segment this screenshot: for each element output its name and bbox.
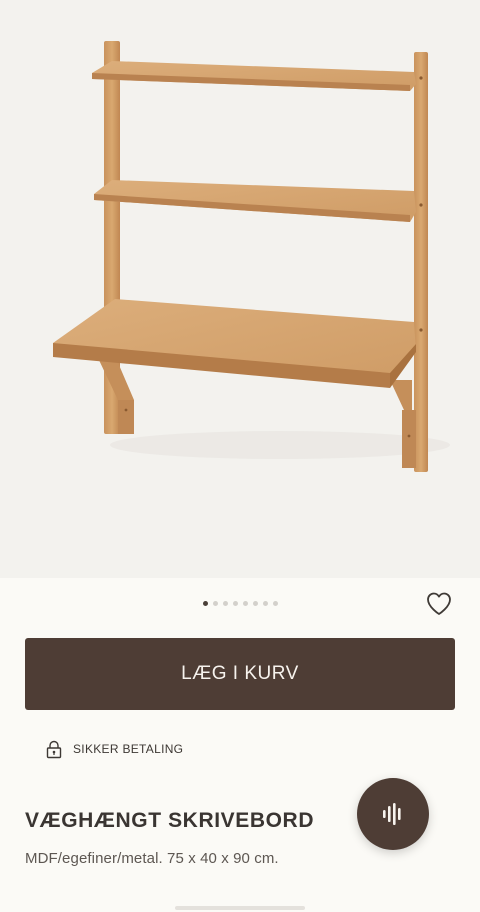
pager-dot[interactable] bbox=[262, 601, 268, 606]
pager-dot[interactable] bbox=[222, 601, 228, 606]
favorite-button[interactable] bbox=[423, 589, 455, 619]
image-pager[interactable] bbox=[0, 601, 480, 606]
lock-icon bbox=[46, 740, 62, 758]
heart-outline-icon bbox=[427, 592, 451, 615]
desk-illustration bbox=[53, 41, 450, 472]
pager-dot[interactable] bbox=[212, 601, 218, 606]
pager-dot[interactable] bbox=[232, 601, 238, 606]
add-to-cart-button[interactable]: LÆG I KURV bbox=[25, 638, 455, 710]
product-description: MDF/egefiner/metal. 75 x 40 x 90 cm. bbox=[25, 850, 279, 867]
pager-dot[interactable] bbox=[242, 601, 248, 606]
pager-dot[interactable] bbox=[202, 601, 208, 606]
product-image[interactable] bbox=[0, 0, 480, 578]
pager-dot[interactable] bbox=[272, 601, 278, 606]
secure-payment-label: SIKKER BETALING bbox=[73, 742, 184, 756]
secure-payment-info: SIKKER BETALING bbox=[46, 738, 183, 760]
product-title: VÆGHÆNGT SKRIVEBORD bbox=[25, 809, 315, 832]
voice-assistant-button[interactable] bbox=[357, 778, 429, 850]
pager-dot[interactable] bbox=[252, 601, 258, 606]
home-indicator bbox=[175, 906, 305, 910]
voice-wave-icon bbox=[383, 803, 401, 825]
